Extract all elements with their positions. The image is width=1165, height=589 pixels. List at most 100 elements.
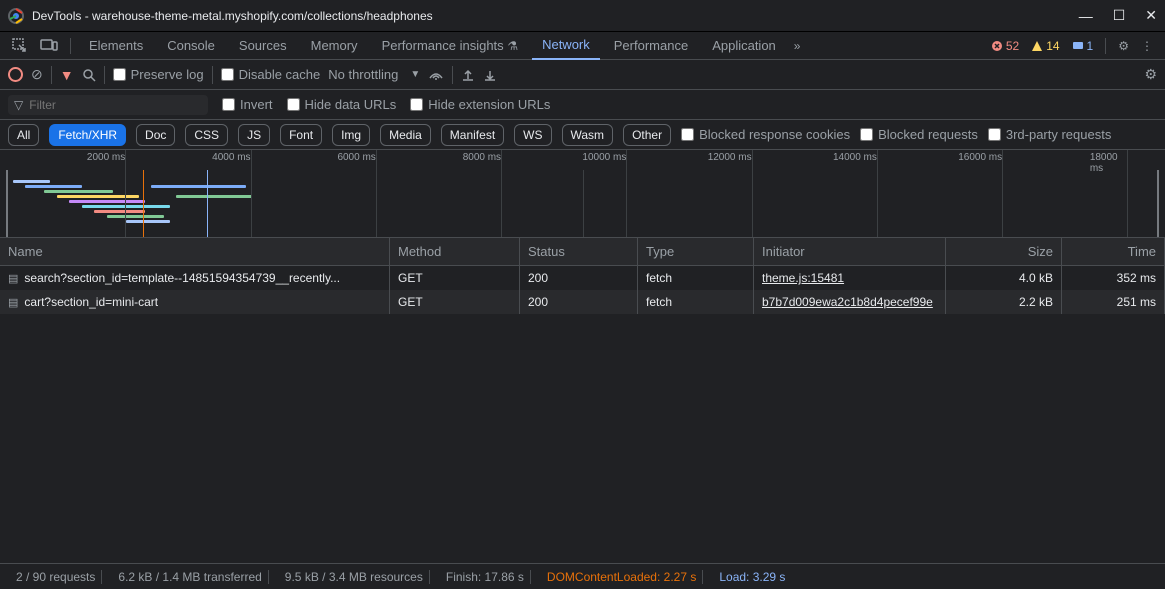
blocked-requests-checkbox[interactable]: Blocked requests: [860, 127, 978, 142]
status-bar: 2 / 90 requests 6.2 kB / 1.4 MB transfer…: [0, 563, 1165, 589]
filter-input[interactable]: [29, 98, 202, 112]
request-size: 2.2 kB: [946, 290, 1062, 314]
status-transferred: 6.2 kB / 1.4 MB transferred: [112, 570, 268, 584]
tab-memory[interactable]: Memory: [301, 32, 368, 59]
col-header-initiator[interactable]: Initiator: [754, 238, 946, 265]
clear-icon[interactable]: ⊘: [31, 66, 43, 83]
inspect-icon[interactable]: [8, 34, 32, 58]
timeline-overview[interactable]: 2000 ms 4000 ms 6000 ms 8000 ms 10000 ms 1200…: [0, 150, 1165, 238]
type-pill-fetchxhr[interactable]: Fetch/XHR: [49, 124, 126, 146]
import-har-icon[interactable]: [461, 68, 475, 82]
kebab-menu-icon[interactable]: ⋮: [1137, 35, 1157, 57]
table-row[interactable]: ▤cart?section_id=mini-cartGET200fetchb7b…: [0, 290, 1165, 314]
waterfall-segment: [151, 185, 245, 188]
network-table-body[interactable]: ▤search?section_id=template--14851594354…: [0, 266, 1165, 563]
main-tabs: Elements Console Sources Memory Performa…: [0, 32, 1165, 60]
more-tabs-icon[interactable]: »: [790, 35, 805, 57]
type-pill-manifest[interactable]: Manifest: [441, 124, 504, 146]
type-pill-doc[interactable]: Doc: [136, 124, 175, 146]
type-pill-ws[interactable]: WS: [514, 124, 551, 146]
waterfall-segment: [13, 180, 51, 183]
filter-toggle-icon[interactable]: ▼: [60, 67, 74, 83]
col-header-name[interactable]: Name: [0, 238, 390, 265]
third-party-checkbox[interactable]: 3rd-party requests: [988, 127, 1112, 142]
request-type: fetch: [638, 290, 754, 314]
warning-count[interactable]: 14: [1031, 39, 1059, 53]
request-initiator[interactable]: theme.js:15481: [762, 271, 844, 285]
search-icon[interactable]: [82, 68, 96, 82]
tab-console[interactable]: Console: [157, 32, 225, 59]
export-har-icon[interactable]: [483, 68, 497, 82]
tab-performance[interactable]: Performance: [604, 32, 698, 59]
status-finish: Finish: 17.86 s: [440, 570, 531, 584]
request-initiator[interactable]: b7b7d009ewa2c1b8d4pecef99e: [762, 295, 933, 309]
col-header-status[interactable]: Status: [520, 238, 638, 265]
filter-input-wrap[interactable]: ▽: [8, 95, 208, 115]
network-table-header: Name Method Status Type Initiator Size T…: [0, 238, 1165, 266]
waterfall-segment: [107, 215, 164, 218]
timeline-tick: 4000 ms: [212, 152, 250, 163]
tab-elements[interactable]: Elements: [79, 32, 153, 59]
tab-application[interactable]: Application: [702, 32, 786, 59]
tab-network[interactable]: Network: [532, 31, 600, 60]
throttling-select[interactable]: No throttling: [328, 67, 402, 82]
request-method: GET: [390, 290, 520, 314]
timeline-tick: 2000 ms: [87, 152, 125, 163]
col-header-method[interactable]: Method: [390, 238, 520, 265]
invert-checkbox[interactable]: Invert: [222, 97, 273, 112]
tab-performance-insights[interactable]: Performance insights ⚗: [372, 32, 529, 59]
waterfall-segment: [94, 210, 144, 213]
chrome-logo-icon: [8, 8, 24, 24]
type-pill-other[interactable]: Other: [623, 124, 671, 146]
col-header-type[interactable]: Type: [638, 238, 754, 265]
request-name: search?section_id=template--148515943547…: [24, 271, 340, 285]
waterfall-segment: [126, 220, 170, 223]
flask-icon: ⚗: [507, 39, 518, 53]
timeline-tick: 8000 ms: [463, 152, 501, 163]
table-row[interactable]: ▤search?section_id=template--14851594354…: [0, 266, 1165, 290]
status-domcontentloaded: DOMContentLoaded: 2.27 s: [541, 570, 703, 584]
close-button[interactable]: ✕: [1145, 7, 1157, 24]
col-header-time[interactable]: Time: [1062, 238, 1165, 265]
type-pill-media[interactable]: Media: [380, 124, 431, 146]
timeline-tick: 14000 ms: [833, 152, 877, 163]
hide-data-urls-checkbox[interactable]: Hide data URLs: [287, 97, 397, 112]
waterfall-segment: [69, 200, 145, 203]
dcl-marker: [143, 170, 144, 237]
request-time: 251 ms: [1062, 290, 1165, 314]
device-toolbar-icon[interactable]: [36, 35, 62, 57]
timeline-tick: 16000 ms: [958, 152, 1002, 163]
col-header-size[interactable]: Size: [946, 238, 1062, 265]
settings-icon[interactable]: ⚙: [1114, 35, 1133, 57]
request-status: 200: [520, 290, 638, 314]
type-pill-all[interactable]: All: [8, 124, 39, 146]
timeline-tick: 10000 ms: [582, 152, 626, 163]
filter-icon: ▽: [14, 98, 23, 112]
error-count[interactable]: 52: [991, 39, 1019, 53]
request-method: GET: [390, 266, 520, 290]
type-pill-js[interactable]: JS: [238, 124, 270, 146]
network-toolbar: ⊘ ▼ Preserve log Disable cache No thrott…: [0, 60, 1165, 90]
message-count[interactable]: 1: [1072, 39, 1094, 53]
waterfall-segment: [44, 190, 113, 193]
type-pill-img[interactable]: Img: [332, 124, 370, 146]
timeline-tick: 12000 ms: [708, 152, 752, 163]
hide-extension-urls-checkbox[interactable]: Hide extension URLs: [410, 97, 550, 112]
network-settings-icon[interactable]: ⚙: [1144, 66, 1157, 83]
status-resources: 9.5 kB / 3.4 MB resources: [279, 570, 430, 584]
blocked-cookies-checkbox[interactable]: Blocked response cookies: [681, 127, 850, 142]
maximize-button[interactable]: ☐: [1113, 7, 1126, 24]
type-filter-bar: All Fetch/XHR Doc CSS JS Font Img Media Manifest…: [0, 120, 1165, 150]
record-button[interactable]: [8, 67, 23, 82]
disable-cache-checkbox[interactable]: Disable cache: [221, 67, 321, 82]
type-pill-font[interactable]: Font: [280, 124, 322, 146]
chevron-down-icon[interactable]: ▼: [410, 69, 420, 80]
tab-sources[interactable]: Sources: [229, 32, 297, 59]
timeline-tick: 6000 ms: [337, 152, 375, 163]
preserve-log-checkbox[interactable]: Preserve log: [113, 67, 204, 82]
network-conditions-icon[interactable]: [428, 68, 444, 82]
type-pill-css[interactable]: CSS: [185, 124, 228, 146]
window-title: DevTools - warehouse-theme-metal.myshopi…: [32, 9, 1079, 23]
minimize-button[interactable]: —: [1079, 8, 1093, 24]
type-pill-wasm[interactable]: Wasm: [562, 124, 614, 146]
